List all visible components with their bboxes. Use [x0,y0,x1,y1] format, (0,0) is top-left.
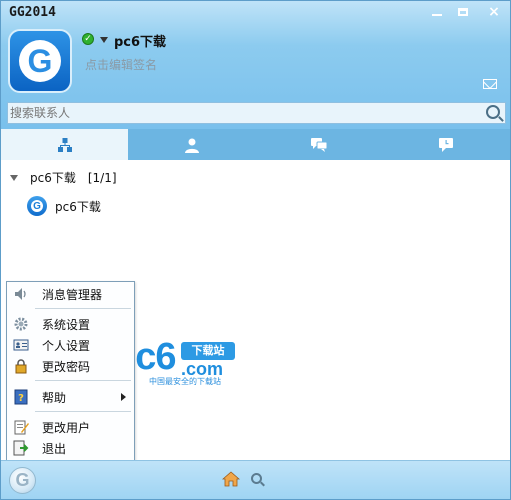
watermark-tagline: 中国最安全的下载站 [149,377,221,386]
list-item[interactable]: G pc6下载 [27,196,101,216]
menu-item-change-user[interactable]: 更改用户 [10,417,132,437]
minimize-icon [432,14,442,16]
id-card-icon [13,337,29,353]
tab-bar [1,129,510,160]
recent-chat-icon [439,137,454,152]
menu-item-change-password[interactable]: 更改密码 [10,356,132,376]
search-input[interactable] [10,104,480,122]
home-icon[interactable] [222,471,240,487]
speaker-icon [13,286,29,302]
menu-item-help[interactable]: ? 帮助 [10,387,132,407]
group-name: pc6下载 [30,171,76,185]
main-menu-popup: 消息管理器 系统设置 个人设置 更改密码 ? 帮助 更改用户 退出 [6,281,135,462]
menu-item-personal-settings[interactable]: 个人设置 [10,335,132,355]
signature-field[interactable]: 点击编辑签名 [85,56,157,73]
g-logo-icon: G [15,470,30,490]
window-title: GG2014 [9,5,56,20]
org-tree-icon [57,137,72,152]
avatar-logo: G [27,43,53,79]
find-icon[interactable] [251,473,262,484]
tab-groups[interactable] [256,129,383,160]
nickname: pc6下载 [114,35,167,50]
tab-recent[interactable] [383,129,510,160]
exit-icon [13,440,29,456]
contact-avatar: G [27,196,47,216]
main-menu-button[interactable]: G [9,467,36,494]
contact-name: pc6下载 [55,199,101,214]
status-dropdown-icon[interactable] [100,37,108,43]
gear-icon [13,316,29,332]
tab-contacts[interactable] [1,129,129,160]
watermark-badge: 下载站 [181,342,235,360]
group-header[interactable]: pc6下载 [1/1] [10,169,117,186]
bottom-bar: G [1,460,510,499]
collapse-arrow-icon[interactable] [10,174,18,181]
minimize-button[interactable] [425,3,449,21]
mail-icon[interactable] [483,79,497,89]
menu-divider [35,411,131,412]
search-box [7,102,506,124]
close-icon: × [488,4,500,20]
close-button[interactable]: × [482,3,506,21]
group-count: [1/1] [87,170,117,185]
menu-item-system-settings[interactable]: 系统设置 [10,314,132,334]
menu-item-message-manager[interactable]: 消息管理器 [10,284,132,304]
maximize-icon [458,8,468,16]
tab-friends[interactable] [128,129,255,160]
edit-user-icon [13,419,29,435]
submenu-arrow-icon [121,393,126,401]
maximize-button[interactable] [451,3,475,21]
header-panel: GG2014 × G ✓ pc6下载 点击编辑签名 [1,1,510,129]
help-book-icon: ? [13,389,29,405]
menu-item-exit[interactable]: 退出 [10,438,132,458]
main-window: GG2014 × G ✓ pc6下载 点击编辑签名 搜索联系人 pc6下载 [1… [0,0,511,500]
svg-text:?: ? [18,393,24,404]
online-status-icon[interactable]: ✓ [82,33,94,45]
lock-icon [13,358,29,374]
search-icon[interactable] [486,105,500,119]
avatar[interactable]: G [8,29,72,93]
chat-bubbles-icon [311,137,328,152]
menu-divider [35,380,131,381]
menu-divider [35,308,131,309]
person-icon [184,138,199,153]
